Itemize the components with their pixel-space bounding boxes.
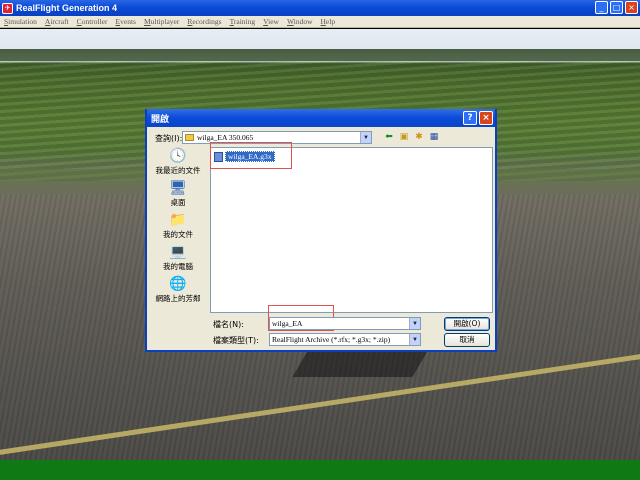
menu-recordings[interactable]: Recordings xyxy=(183,17,225,26)
dialog-title: 開啟 xyxy=(151,114,170,125)
place-network[interactable]: 🌐 網路上的芳鄰 xyxy=(152,275,204,307)
highlight-annotation xyxy=(210,142,292,169)
menu-label: indow xyxy=(293,17,313,26)
place-label: 我的文件 xyxy=(163,230,193,239)
dialog-controls: ? × xyxy=(463,111,493,125)
status-bar xyxy=(0,460,640,480)
menu-multiplayer[interactable]: Multiplayer xyxy=(140,17,183,26)
new-folder-icon[interactable]: ✱ xyxy=(413,131,425,143)
menu-label: vents xyxy=(120,17,136,26)
back-icon[interactable]: ⬅ xyxy=(383,131,395,143)
filetype-value: RealFlight Archive (*.rfx; *.g3x; *.zip) xyxy=(272,335,391,344)
window-title: RealFlight Generation 4 xyxy=(16,3,118,13)
filename-value: wilga_EA xyxy=(272,319,303,328)
menu-label: ontroller xyxy=(81,17,108,26)
up-folder-icon[interactable]: ▣ xyxy=(398,131,410,143)
my-computer-icon: 💻 xyxy=(169,244,187,260)
menu-bar: Simulation Aircraft Controller Events Mu… xyxy=(0,16,640,28)
filename-label: 檔名(N): xyxy=(213,320,244,329)
place-my-computer[interactable]: 💻 我的電腦 xyxy=(152,243,204,275)
menu-label: iew xyxy=(268,17,279,26)
place-label: 我的電腦 xyxy=(163,262,193,271)
menu-training[interactable]: Training xyxy=(226,17,260,26)
network-icon: 🌐 xyxy=(169,276,187,292)
close-button[interactable]: × xyxy=(625,1,638,14)
folder-icon xyxy=(185,134,194,141)
menu-simulation[interactable]: Simulation xyxy=(0,17,41,26)
filetype-select[interactable]: RealFlight Archive (*.rfx; *.g3x; *.zip)… xyxy=(269,333,421,346)
minimize-button[interactable]: _ xyxy=(595,1,608,14)
dialog-toolbar: ⬅ ▣ ✱ ▦ xyxy=(383,131,440,143)
desktop-icon: 🖥 xyxy=(169,180,187,196)
aircraft-shadow xyxy=(292,351,428,377)
app-icon: ✈ xyxy=(2,2,13,14)
filename-input[interactable]: wilga_EA ▼ xyxy=(269,317,421,330)
place-label: 我最近的文件 xyxy=(155,166,201,175)
places-bar: 🕓 我最近的文件 🖥 桌面 📁 我的文件 💻 我的電腦 🌐 網路上的芳鄰 xyxy=(152,147,204,337)
maximize-button[interactable]: □ xyxy=(610,1,623,14)
dialog-titlebar: 開啟 xyxy=(147,109,495,127)
recent-docs-icon: 🕓 xyxy=(169,148,187,164)
menu-view[interactable]: View xyxy=(259,17,283,26)
open-button[interactable]: 開啟(O) xyxy=(444,317,490,331)
menu-events[interactable]: Events xyxy=(112,17,140,26)
menu-controller[interactable]: Controller xyxy=(73,17,112,26)
place-recent[interactable]: 🕓 我最近的文件 xyxy=(152,147,204,179)
open-file-dialog: 開啟 ? × 查詢(I): wilga_EA 350.065 ▼ ⬅ ▣ ✱ ▦… xyxy=(145,109,497,352)
place-label: 桌面 xyxy=(170,198,186,207)
look-in-row: 查詢(I): xyxy=(155,131,182,145)
dialog-close-button[interactable]: × xyxy=(479,111,493,125)
chevron-down-icon[interactable]: ▼ xyxy=(360,132,371,143)
look-in-value: wilga_EA 350.065 xyxy=(197,133,254,142)
help-button[interactable]: ? xyxy=(463,111,477,125)
menu-window[interactable]: Window xyxy=(283,17,317,26)
cancel-button[interactable]: 取消 xyxy=(444,333,490,347)
window-controls: _ □ × xyxy=(595,1,638,14)
menu-label: ircraft xyxy=(50,17,69,26)
menu-help[interactable]: Help xyxy=(316,17,339,26)
menu-aircraft[interactable]: Aircraft xyxy=(41,17,73,26)
chevron-down-icon[interactable]: ▼ xyxy=(409,334,420,345)
file-list[interactable]: wilga_EA.g3x xyxy=(210,147,493,313)
treeline xyxy=(0,49,640,61)
menu-label: elp xyxy=(325,17,336,26)
menu-mnemonic: M xyxy=(143,17,151,26)
my-documents-icon: 📁 xyxy=(169,212,187,228)
window-titlebar: ✈ RealFlight Generation 4 _ □ × xyxy=(0,0,640,16)
place-label: 網路上的芳鄰 xyxy=(155,294,201,303)
view-menu-icon[interactable]: ▦ xyxy=(428,131,440,143)
look-in-label: 查詢(I): xyxy=(155,133,183,143)
filetype-label: 檔案類型(T): xyxy=(213,336,259,345)
place-my-documents[interactable]: 📁 我的文件 xyxy=(152,211,204,243)
menu-mnemonic: W xyxy=(286,17,294,26)
chevron-down-icon[interactable]: ▼ xyxy=(409,318,420,329)
menu-label: raining xyxy=(233,17,256,26)
place-desktop[interactable]: 🖥 桌面 xyxy=(152,179,204,211)
menu-label: ecordings xyxy=(192,17,222,26)
menu-label: imulation xyxy=(8,17,37,26)
menu-label: ultiplayer xyxy=(150,17,180,26)
